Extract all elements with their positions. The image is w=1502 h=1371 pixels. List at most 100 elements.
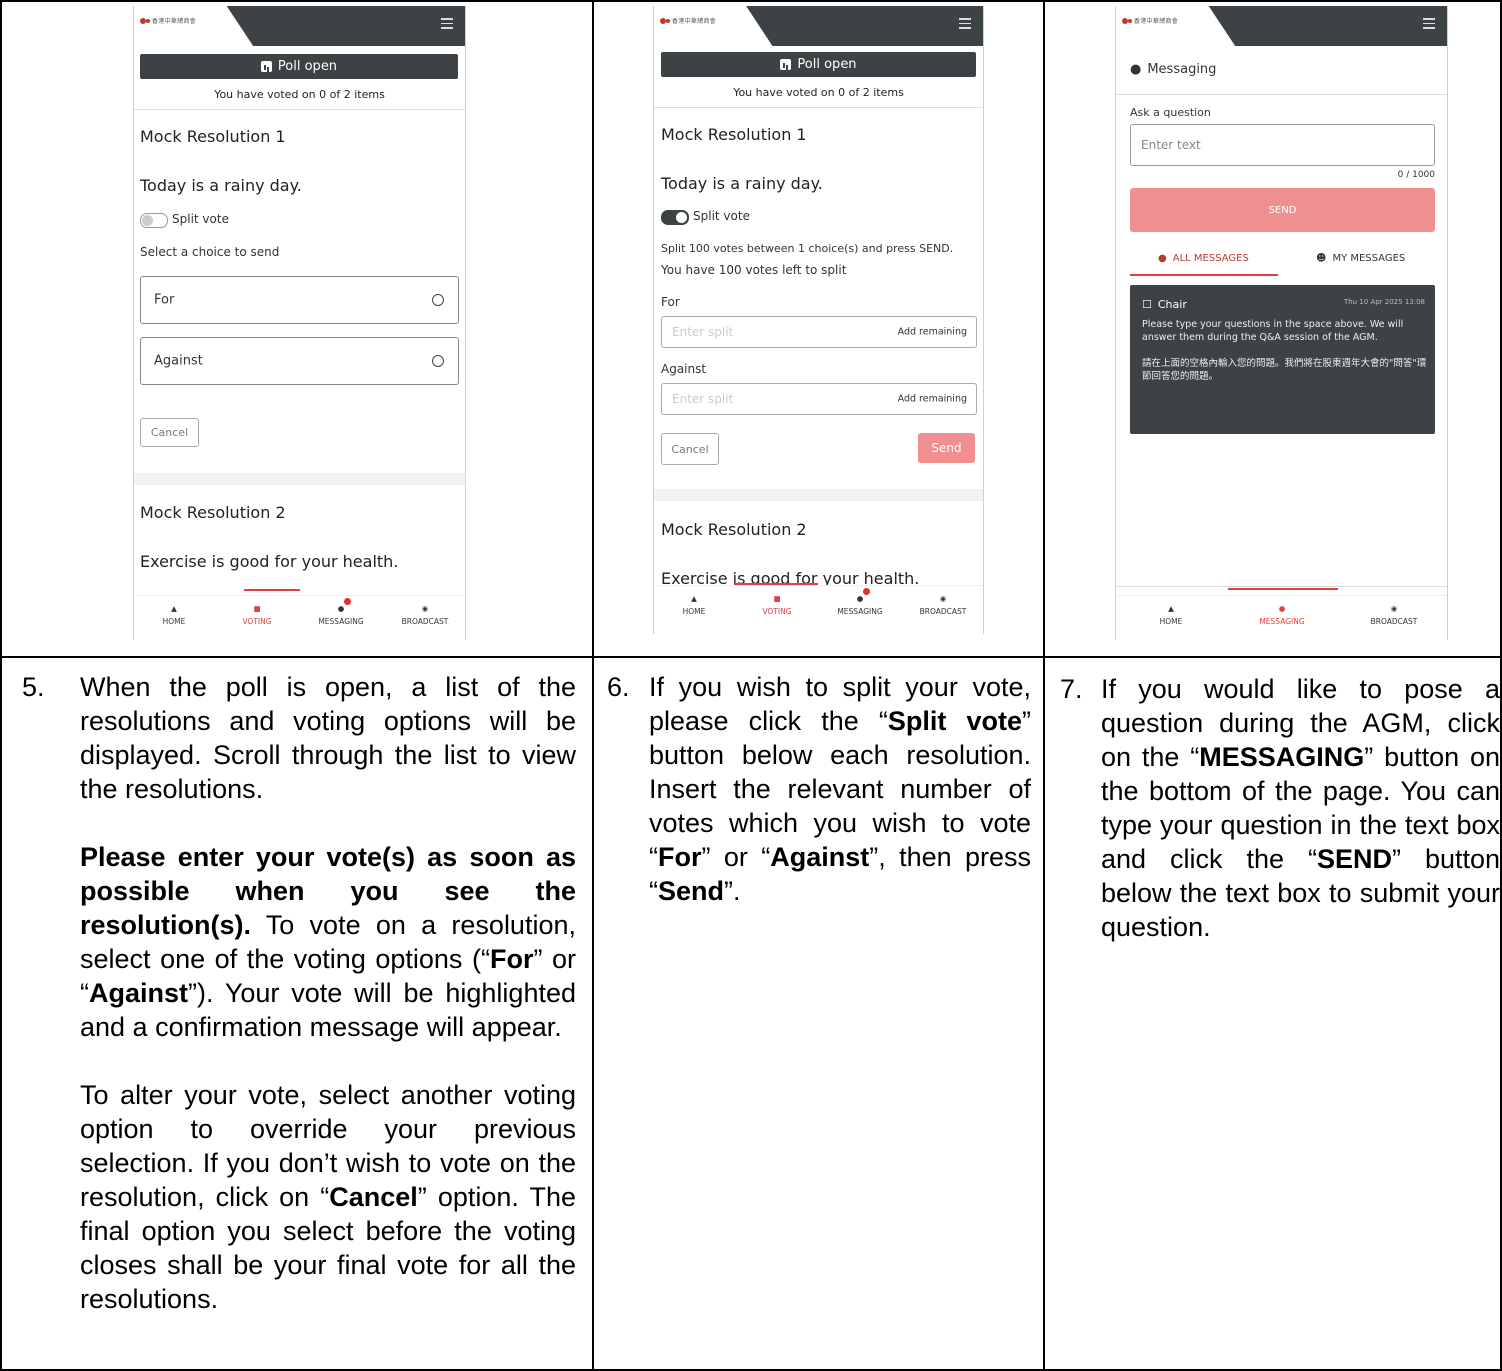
radio-icon[interactable] <box>432 294 444 306</box>
chat-icon: ● <box>1278 604 1286 613</box>
cancel-button[interactable]: Cancel <box>140 418 199 447</box>
hamburger-icon[interactable] <box>959 18 971 30</box>
split-vote-label: Split vote <box>172 212 229 226</box>
poll-status-bar: Poll open <box>661 52 976 77</box>
step-number: 6. <box>607 672 630 702</box>
screenshot-voting: 香港中華總商會 Poll open You have voted on 0 of… <box>133 6 466 640</box>
bottom-nav: ▲ HOME ■ VOTING ● MESSAGING ◉ BROADCAST <box>654 585 983 634</box>
nav-broadcast[interactable]: ◉ BROADCAST <box>395 604 455 626</box>
split-vote-toggle[interactable] <box>661 210 689 225</box>
screenshot-split-vote: 香港中華總商會 Poll open You have voted on 0 of… <box>653 6 984 634</box>
add-remaining-button[interactable]: Add remaining <box>898 327 967 338</box>
resolution-title: Mock Resolution 1 <box>140 127 286 146</box>
step-number: 7. <box>1060 674 1083 704</box>
table-col-divider-1 <box>592 0 594 1371</box>
voted-summary: You have voted on 0 of 2 items <box>214 88 385 101</box>
hamburger-icon[interactable] <box>441 18 453 30</box>
chair-icon: ☐ <box>1142 298 1152 311</box>
split-input-against[interactable]: Enter split Add remaining <box>661 383 977 415</box>
table-border-left <box>0 0 2 1371</box>
nav-messaging[interactable]: ● MESSAGING <box>311 604 371 626</box>
resolution-text: Today is a rainy day. <box>661 174 823 193</box>
messaging-header: ● Messaging <box>1130 62 1217 77</box>
app-logo: 香港中華總商會 <box>1122 16 1178 25</box>
step-5-paragraph-3: To alter your vote, select another votin… <box>80 1080 576 1314</box>
app-header: 香港中華總商會 <box>1116 6 1447 46</box>
app-header: 香港中華總商會 <box>134 6 465 46</box>
nav-voting[interactable]: ■ VOTING <box>747 594 807 616</box>
resolution-text: Today is a rainy day. <box>140 176 302 195</box>
question-input[interactable]: Enter text <box>1130 124 1435 166</box>
chat-icon: ● <box>1158 253 1167 264</box>
chat-icon: ● <box>856 594 864 603</box>
choice-for[interactable]: For <box>140 276 459 324</box>
split-vote-toggle[interactable] <box>140 213 168 228</box>
voted-summary: You have voted on 0 of 2 items <box>733 86 904 99</box>
step-7-text: If you would like to pose a question dur… <box>1101 674 1501 942</box>
step-5-text: When the poll is open, a list of the res… <box>80 670 576 1316</box>
nav-voting[interactable]: ■ VOTING <box>227 604 287 626</box>
add-remaining-button[interactable]: Add remaining <box>898 394 967 405</box>
step-6-text: If you wish to split your vote, please c… <box>649 672 1032 906</box>
resolution-text: Exercise is good for your health. <box>140 552 399 571</box>
resolution-title: Mock Resolution 2 <box>661 520 807 539</box>
nav-home[interactable]: ▲ HOME <box>664 594 724 616</box>
table-border-top <box>0 0 1502 2</box>
split-label-for: For <box>661 295 680 309</box>
nav-broadcast[interactable]: ◉ BROADCAST <box>1364 604 1424 626</box>
user-icon: ☻ <box>1316 253 1327 264</box>
screenshot-messaging: 香港中華總商會 ● Messaging Ask a question Enter … <box>1115 6 1448 640</box>
chat-icon: ● <box>337 604 345 613</box>
app-header: 香港中華總商會 <box>654 6 983 46</box>
votes-left: You have 100 votes left to split <box>661 263 847 277</box>
choice-against[interactable]: Against <box>140 337 459 385</box>
char-counter: 0 / 1000 <box>1397 170 1435 180</box>
table-row-divider <box>0 656 1502 658</box>
active-tab-indicator <box>1228 588 1338 590</box>
broadcast-icon: ◉ <box>1390 604 1398 613</box>
table-col-divider-2 <box>1043 0 1045 1371</box>
broadcast-icon: ◉ <box>939 594 947 603</box>
split-input-for[interactable]: Enter split Add remaining <box>661 316 977 348</box>
send-button[interactable]: SEND <box>1130 188 1435 232</box>
nav-home[interactable]: ▲ HOME <box>144 604 204 626</box>
home-icon: ▲ <box>1168 604 1174 613</box>
chart-icon <box>780 59 792 70</box>
chart-icon: ■ <box>253 604 261 613</box>
chat-icon: ● <box>1130 62 1142 77</box>
ask-question-label: Ask a question <box>1130 106 1211 119</box>
split-instructions: Split 100 votes between 1 choice(s) and … <box>661 242 954 255</box>
message-sender: ☐ Chair <box>1142 298 1187 311</box>
resolution-title: Mock Resolution 2 <box>140 503 286 522</box>
message-card: ☐ Chair Thu 10 Apr 2025 13:08 Please type… <box>1130 285 1435 434</box>
message-time: Thu 10 Apr 2025 13:08 <box>1343 298 1425 306</box>
bottom-nav: ▲ HOME ■ VOTING ● MESSAGING ◉ BROADCAST <box>134 595 465 640</box>
home-icon: ▲ <box>691 594 697 603</box>
bottom-nav: ▲ HOME ● MESSAGING ◉ BROADCAST <box>1116 595 1447 640</box>
nav-messaging[interactable]: ● MESSAGING <box>830 594 890 616</box>
nav-home[interactable]: ▲ HOME <box>1141 604 1201 626</box>
poll-status-bar: Poll open <box>140 54 458 79</box>
step-number: 5. <box>22 672 45 702</box>
nav-messaging[interactable]: ● MESSAGING <box>1252 604 1312 626</box>
nav-broadcast[interactable]: ◉ BROADCAST <box>913 594 973 616</box>
hamburger-icon[interactable] <box>1423 18 1435 30</box>
step-5-paragraph-2: Please enter your vote(s) as soon as pos… <box>80 842 576 1042</box>
message-body: Please type your questions in the space … <box>1142 319 1427 382</box>
broadcast-icon: ◉ <box>421 604 429 613</box>
active-tab-indicator <box>1130 274 1278 276</box>
resolution-title: Mock Resolution 1 <box>661 125 807 144</box>
send-button[interactable]: Send <box>918 433 975 463</box>
split-vote-label: Split vote <box>693 209 750 223</box>
tab-all-messages[interactable]: ● ALL MESSAGES <box>1158 253 1249 264</box>
radio-icon[interactable] <box>432 355 444 367</box>
select-prompt: Select a choice to send <box>140 245 280 259</box>
home-icon: ▲ <box>171 604 177 613</box>
notification-badge <box>344 598 351 605</box>
app-logo: 香港中華總商會 <box>140 16 196 25</box>
cancel-button[interactable]: Cancel <box>661 433 719 465</box>
notification-badge <box>863 588 870 595</box>
chart-icon <box>260 61 272 72</box>
active-tab-indicator <box>244 589 300 591</box>
tab-my-messages[interactable]: ☻ MY MESSAGES <box>1316 253 1405 264</box>
